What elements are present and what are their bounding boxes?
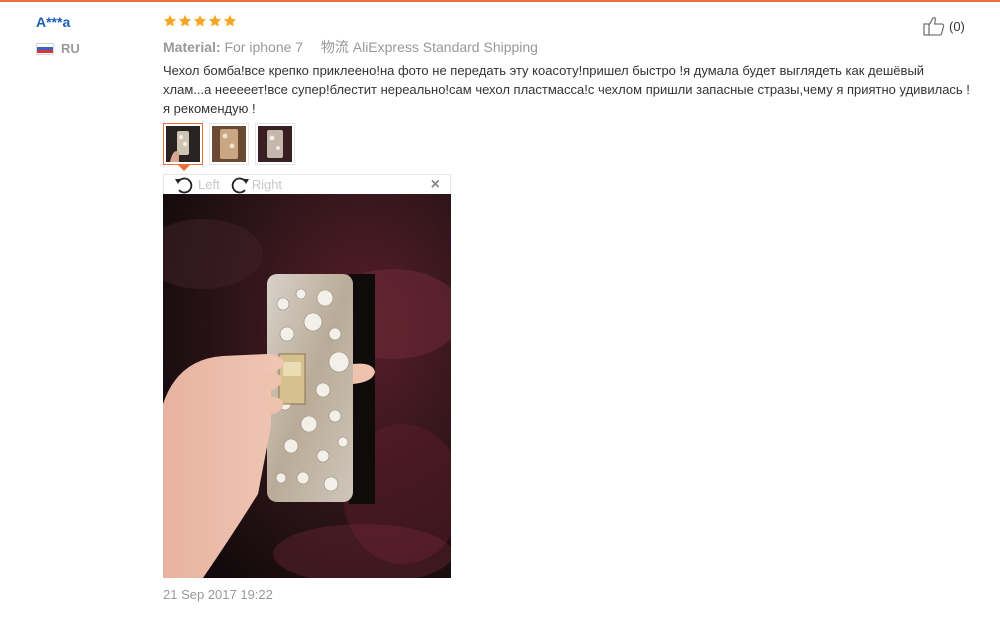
photo-thumbnail[interactable]	[255, 123, 295, 165]
rotate-left-button[interactable]: Left	[174, 175, 220, 195]
material-value: For iphone 7	[224, 39, 304, 55]
shipping-label: 物流	[320, 39, 349, 55]
russia-flag-icon	[36, 42, 54, 55]
phone-case-photo	[163, 194, 451, 578]
star-rating	[163, 14, 237, 28]
enlarged-review-photo	[163, 194, 451, 578]
reviewer-name[interactable]: A***a	[36, 14, 70, 30]
material-label: Material:	[163, 39, 221, 55]
review-photo-thumbnails	[163, 123, 295, 171]
star-icon	[223, 14, 237, 27]
photo-thumbnail[interactable]	[163, 123, 203, 171]
rotate-right-icon	[231, 177, 249, 193]
rotate-left-icon	[175, 177, 193, 193]
helpful-button[interactable]: (0)	[923, 16, 965, 36]
rotate-left-label: Left	[198, 177, 220, 192]
star-icon	[163, 14, 177, 27]
thumbs-up-icon	[923, 17, 945, 36]
star-icon	[208, 14, 222, 27]
phone-case-thumbnail-image	[212, 126, 246, 162]
phone-case-thumbnail-image	[258, 126, 292, 162]
top-divider	[0, 0, 1000, 2]
reviewer-country: RU	[36, 41, 80, 56]
rotate-right-button[interactable]: Right	[228, 175, 282, 195]
rotate-right-label: Right	[251, 177, 283, 192]
country-code: RU	[61, 41, 80, 56]
photo-thumbnail[interactable]	[209, 123, 249, 165]
photo-viewer-toolbar: Left Right ×	[163, 174, 451, 194]
shipping-value: AliExpress Standard Shipping	[352, 39, 538, 55]
review-meta: Material: For iphone 7 物流 AliExpress Sta…	[163, 37, 538, 57]
review-date: 21 Sep 2017 19:22	[163, 587, 273, 602]
phone-case-thumbnail-image	[166, 126, 200, 162]
star-icon	[178, 14, 192, 27]
close-icon[interactable]: ×	[431, 176, 440, 194]
star-icon	[193, 14, 207, 27]
helpful-count: (0)	[949, 18, 965, 34]
review-text: Чехол бомба!все крепко приклеено!на фото…	[163, 63, 970, 116]
